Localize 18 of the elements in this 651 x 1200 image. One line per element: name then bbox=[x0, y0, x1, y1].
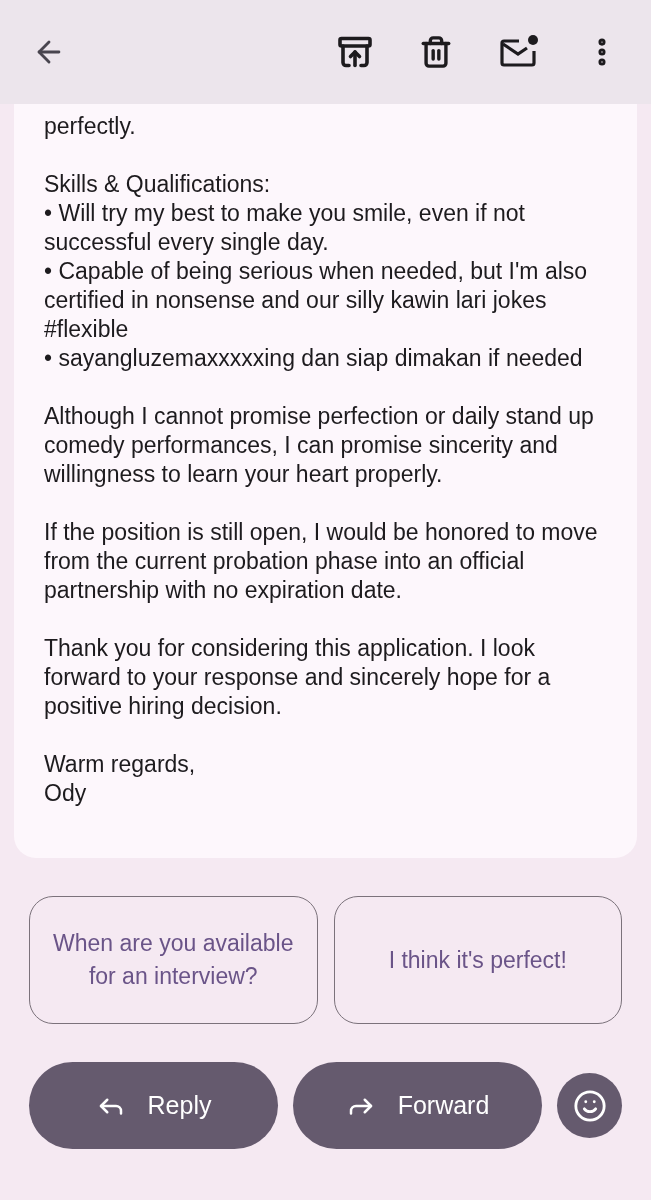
message-text: Thank you for considering this application. I look forward to your response and sincerely hope for a positive hiring decision. bbox=[44, 634, 552, 721]
smart-reply-chip[interactable]: When are you available for an interview? bbox=[29, 896, 318, 1024]
message-text: Warm regards, bbox=[44, 750, 197, 779]
delete-icon[interactable] bbox=[419, 35, 453, 69]
forward-button[interactable]: Forward bbox=[293, 1062, 542, 1149]
archive-icon[interactable] bbox=[337, 34, 373, 70]
message-text: Ody bbox=[44, 779, 88, 808]
mark-unread-icon[interactable] bbox=[499, 35, 539, 69]
smart-reply-chip[interactable]: I think it's perfect! bbox=[333, 896, 622, 1024]
message-text: • Capable of being serious when needed, but I'm also certified in nonsense and our silly kawin lari jokes #flexible bbox=[44, 257, 589, 344]
reply-button[interactable]: Reply bbox=[29, 1062, 278, 1149]
message-text: Although I cannot promise perfection or daily stand up comedy performances, I can promise sincerity and willingness to learn your heart properly. bbox=[44, 402, 595, 489]
message-text: • sayangluzemaxxxxxing dan siap dimakan if needed bbox=[44, 344, 584, 373]
message-text: If the position is still open, I would be honored to move from the current probation phase into an official partnership with no expiration date. bbox=[44, 518, 599, 605]
message-text: perfectly. bbox=[44, 112, 137, 141]
message-text: Skills & Qualifications: bbox=[44, 170, 272, 199]
smiley-icon bbox=[572, 1088, 607, 1123]
message-text: • Will try my best to make you smile, even if not successful every single day. bbox=[44, 199, 526, 257]
